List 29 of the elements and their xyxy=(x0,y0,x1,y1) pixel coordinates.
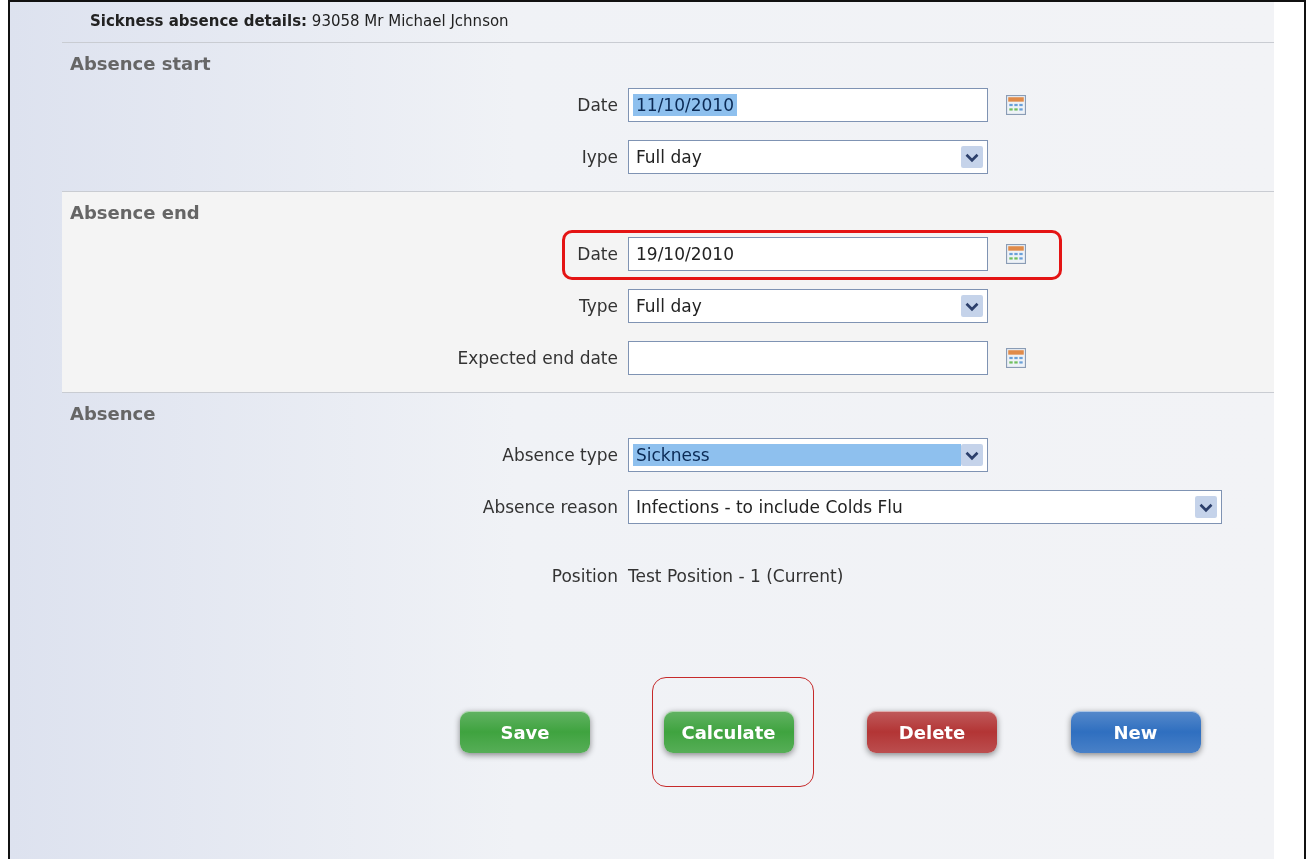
field-label: Iype xyxy=(580,147,619,167)
date-field[interactable] xyxy=(628,341,988,375)
field-label: Type xyxy=(577,296,619,316)
date-field[interactable]: 11/10/2010 xyxy=(628,88,988,122)
section-heading: Absence start xyxy=(69,52,212,76)
dropdown[interactable]: Full day xyxy=(628,140,988,174)
calendar-icon[interactable] xyxy=(1006,348,1026,368)
calendar-icon[interactable] xyxy=(1006,95,1026,115)
action-button[interactable]: Delete xyxy=(867,711,997,753)
date-field[interactable]: 19/10/2010 xyxy=(628,237,988,271)
action-button[interactable]: New xyxy=(1070,711,1201,753)
field-label: Date xyxy=(576,95,619,115)
field-label: Date xyxy=(576,244,619,264)
form-title: Sickness absence details: 93058 Mr Michael Jchnson xyxy=(62,2,1274,43)
chevron-down-icon xyxy=(961,146,983,168)
section-heading: Absence xyxy=(69,402,157,426)
section-heading: Absence end xyxy=(69,201,201,225)
dropdown[interactable]: Full day xyxy=(628,289,988,323)
chevron-down-icon xyxy=(1195,496,1217,518)
position-value: Test Position - 1 (Current) xyxy=(628,566,844,586)
field-label: Absence reason xyxy=(481,497,619,517)
calendar-icon[interactable] xyxy=(1006,244,1026,264)
field-label: Expected end date xyxy=(456,348,619,368)
chevron-down-icon xyxy=(961,295,983,317)
dropdown[interactable]: Infections - to include Colds Flu xyxy=(628,490,1222,524)
dropdown[interactable]: Sickness xyxy=(628,438,988,472)
chevron-down-icon xyxy=(961,444,983,466)
field-label: Absence type xyxy=(501,445,619,465)
field-label: Position xyxy=(550,566,619,586)
